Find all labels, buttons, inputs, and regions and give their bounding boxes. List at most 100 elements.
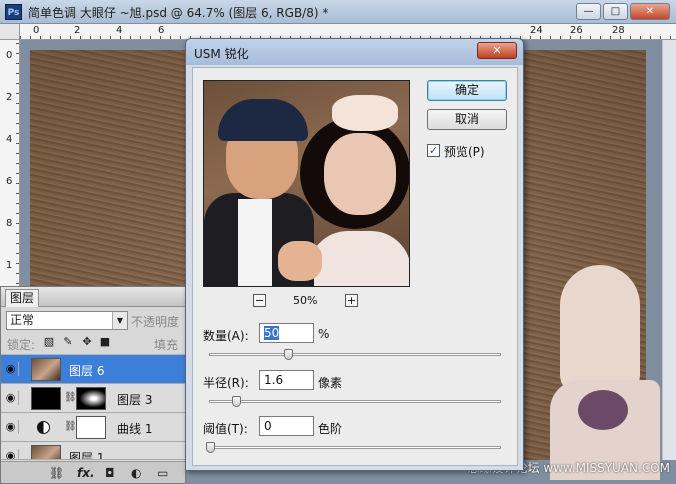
ruler-label: 28 [612, 25, 625, 36]
amount-slider[interactable] [209, 349, 501, 360]
cancel-button[interactable]: 取消 [427, 109, 507, 130]
mask-link-icon[interactable]: ⛓ [64, 421, 77, 432]
threshold-unit: 色阶 [318, 422, 343, 436]
layer-name: 图层 1 [69, 451, 105, 460]
zoom-out-button[interactable]: − [253, 294, 266, 307]
layer-mask-thumbnail[interactable] [76, 387, 106, 410]
lock-move-icon[interactable]: ✥ [81, 336, 93, 348]
radius-value: 1.6 [264, 373, 284, 387]
ruler-label: 6 [158, 25, 165, 36]
ruler-label: 1 [6, 260, 13, 271]
layers-panel-footer: ⛓ fx. ◘ ◐ ▭ [1, 461, 185, 483]
eye-icon[interactable]: ◉ [3, 449, 19, 459]
lock-all-icon[interactable]: ■ [99, 336, 111, 348]
layer-name: 图层 6 [69, 364, 105, 378]
layer-name: 曲线 1 [117, 422, 153, 436]
layer-thumbnail [31, 445, 61, 459]
document-title: 简单色调 大眼仔 ~旭.psd @ 64.7% (图层 6, RGB/8) * [28, 6, 329, 20]
threshold-slider[interactable] [206, 442, 501, 453]
preview-checkbox[interactable]: ✓ [427, 144, 440, 157]
fx-icon[interactable]: fx. [77, 466, 95, 480]
ruler-label: 8 [6, 218, 13, 229]
ruler-label: 0 [33, 25, 40, 36]
layer-mask-thumbnail[interactable] [76, 416, 106, 439]
ruler-label: 26 [570, 25, 583, 36]
ruler-label: 2 [74, 25, 81, 36]
preview-flower-headpiece [332, 95, 398, 131]
amount-value: 50 [264, 326, 280, 340]
ruler-origin[interactable] [0, 24, 20, 40]
radius-slider[interactable] [209, 396, 501, 407]
layer-row[interactable]: ◉ ⛓ 图层 3 [1, 384, 185, 413]
preview-checkbox-label: 预览(P) [444, 145, 485, 159]
ruler-label: 4 [116, 25, 123, 36]
usm-sharpen-dialog: USM 锐化 ✕ − 50% + 确定 取消 ✓ 预览(P) 数量(A): 50… [185, 38, 524, 471]
ruler-label: 6 [6, 176, 13, 187]
eye-icon[interactable]: ◉ [3, 420, 19, 434]
ruler-label: 4 [6, 134, 13, 145]
eye-icon[interactable]: ◉ [3, 391, 19, 405]
close-button[interactable]: ✕ [630, 3, 670, 20]
dialog-body: − 50% + 确定 取消 ✓ 预览(P) 数量(A): 50 % 半径(R):… [192, 67, 518, 466]
preview-man-shirt [238, 199, 272, 286]
blend-mode-value: 正常 [10, 313, 35, 327]
threshold-label: 阈值(T): [203, 422, 248, 436]
preview-man-cap [218, 99, 308, 141]
blend-row: 正常 ▼ 不透明度 [1, 307, 185, 331]
lock-transparency-icon[interactable]: ▧ [43, 336, 55, 348]
zoom-value: 50% [293, 294, 318, 307]
ruler-label: 0 [6, 50, 13, 61]
preview-zoom-row: − 50% + [203, 292, 410, 310]
radius-unit: 像素 [318, 376, 343, 390]
eye-icon[interactable]: ◉ [3, 362, 19, 376]
layer-row[interactable]: ◉ 图层 1 [1, 442, 185, 460]
threshold-input[interactable]: 0 [259, 416, 314, 436]
zoom-in-button[interactable]: + [345, 294, 358, 307]
fill-label: 填充 [154, 338, 179, 352]
layers-panel: 图层 正常 ▼ 不透明度 锁定: ▧ ✎ ✥ ■ 填充 ◉ 图层 6 ◉ ⛓ 图… [0, 286, 186, 484]
layer-thumbnail [31, 358, 61, 381]
photoshop-icon: Ps [5, 4, 22, 20]
opacity-label: 不透明度 [131, 315, 180, 329]
threshold-value: 0 [264, 419, 272, 433]
layer-thumbnail [31, 387, 61, 410]
ruler-label: 24 [530, 25, 543, 36]
radius-input[interactable]: 1.6 [259, 370, 314, 390]
link-icon[interactable]: ⛓ [49, 466, 64, 480]
document-titlebar[interactable]: Ps 简单色调 大眼仔 ~旭.psd @ 64.7% (图层 6, RGB/8)… [0, 0, 676, 24]
chevron-down-icon[interactable]: ▼ [112, 312, 127, 329]
adjustment-icon[interactable]: ◐ [131, 466, 141, 480]
lock-paint-brush-icon[interactable]: ✎ [62, 336, 74, 348]
amount-label: 数量(A): [203, 329, 249, 343]
ok-button[interactable]: 确定 [427, 80, 507, 101]
window-controls: — □ ✕ [576, 3, 670, 20]
lock-label: 锁定: [7, 338, 36, 352]
folder-icon[interactable]: ▭ [157, 466, 168, 480]
minimize-button[interactable]: — [576, 3, 601, 20]
dialog-titlebar[interactable]: USM 锐化 ✕ [186, 39, 523, 65]
radius-label: 半径(R): [203, 376, 249, 390]
threshold-slider-thumb[interactable] [206, 442, 215, 453]
preview-hand [278, 241, 322, 281]
tab-layers[interactable]: 图层 [5, 289, 40, 307]
amount-slider-thumb[interactable] [284, 349, 294, 360]
mask-link-icon[interactable]: ⛓ [64, 392, 77, 403]
radius-slider-thumb[interactable] [232, 396, 242, 407]
ruler-label: 2 [6, 92, 13, 103]
preview-dress [308, 231, 409, 286]
layer-row[interactable]: ◉ ⛓ 曲线 1 [1, 413, 185, 442]
preview-image[interactable] [203, 80, 410, 287]
preview-woman-face [324, 133, 396, 215]
mask-icon[interactable]: ◘ [105, 466, 115, 480]
dialog-close-button[interactable]: ✕ [477, 42, 517, 59]
layer-row[interactable]: ◉ 图层 6 [1, 355, 185, 384]
curves-adjustment-icon [37, 421, 50, 434]
blend-mode-select[interactable]: 正常 ▼ [6, 311, 128, 330]
amount-input[interactable]: 50 [259, 323, 314, 343]
canvas-photo-hand [560, 265, 640, 395]
canvas-photo-flower [578, 390, 628, 430]
amount-unit: % [318, 327, 330, 341]
maximize-button[interactable]: □ [603, 3, 628, 20]
vertical-scrollbar[interactable] [662, 40, 676, 460]
layer-name: 图层 3 [117, 393, 153, 407]
